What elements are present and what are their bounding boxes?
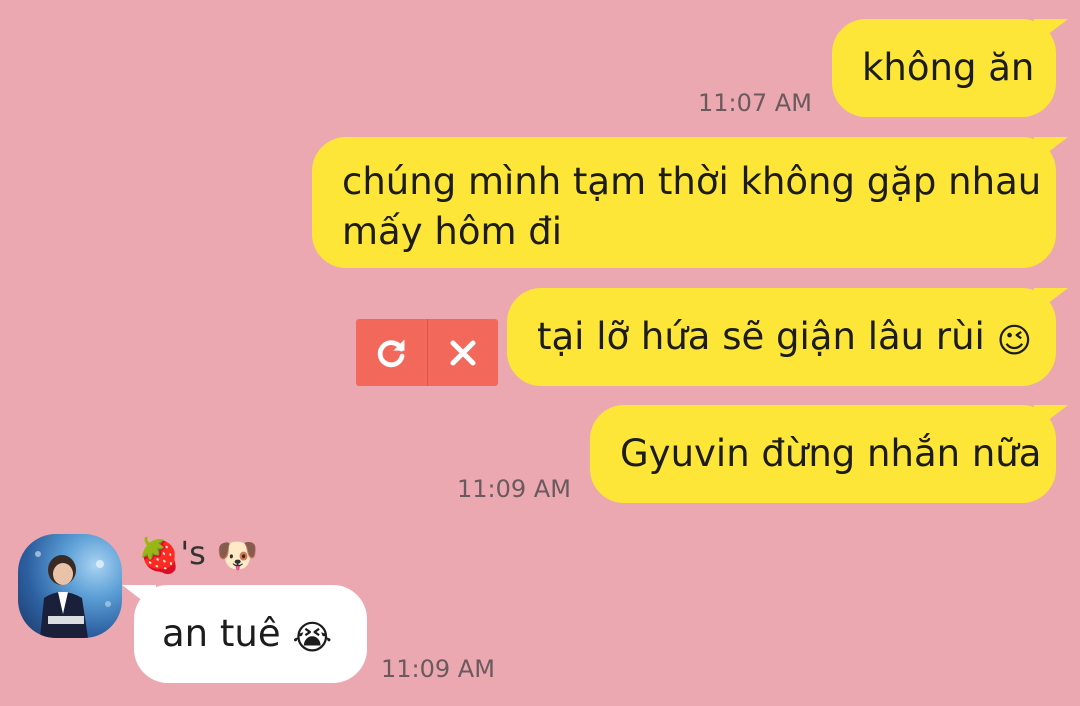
resend-button[interactable] (356, 319, 427, 386)
sender-suffix: 's (180, 534, 206, 572)
message-timestamp: 11:09 AM (381, 655, 495, 683)
sender-name: 🍓's 🐶 (138, 534, 258, 576)
message-text-line: chúng mình tạm thời không gặp nhau (342, 160, 1042, 203)
outgoing-message-bubble[interactable]: Gyuvin đừng nhắn nữa (590, 405, 1056, 503)
outgoing-message-bubble[interactable]: chúng mình tạm thời không gặp nhau mấy h… (312, 137, 1056, 268)
message-text: không ăn (862, 46, 1035, 89)
close-icon (450, 340, 476, 365)
message-timestamp: 11:09 AM (457, 475, 571, 503)
outgoing-message-bubble[interactable]: không ăn (832, 19, 1056, 117)
failed-message-actions (356, 319, 498, 386)
message-text: tại lỡ hứa sẽ giận lâu rùi (537, 315, 985, 358)
refresh-icon (378, 339, 405, 367)
wink-emoji: 😉 (996, 321, 1033, 361)
strawberry-emoji: 🍓 (138, 536, 181, 576)
contact-avatar[interactable] (18, 534, 122, 638)
crying-emoji: 😭 (292, 618, 333, 658)
message-text: an tuê (162, 612, 281, 655)
dog-emoji: 🐶 (215, 536, 259, 576)
delete-button[interactable] (428, 319, 499, 386)
message-timestamp: 11:07 AM (698, 89, 812, 117)
incoming-message-bubble[interactable]: an tuê 😭 (134, 585, 367, 683)
avatar-photo (35, 551, 111, 638)
message-text: Gyuvin đừng nhắn nữa (620, 432, 1042, 475)
outgoing-message-bubble[interactable]: tại lỡ hứa sẽ giận lâu rùi 😉 (507, 288, 1056, 386)
message-text-line: mấy hôm đi (342, 210, 563, 253)
